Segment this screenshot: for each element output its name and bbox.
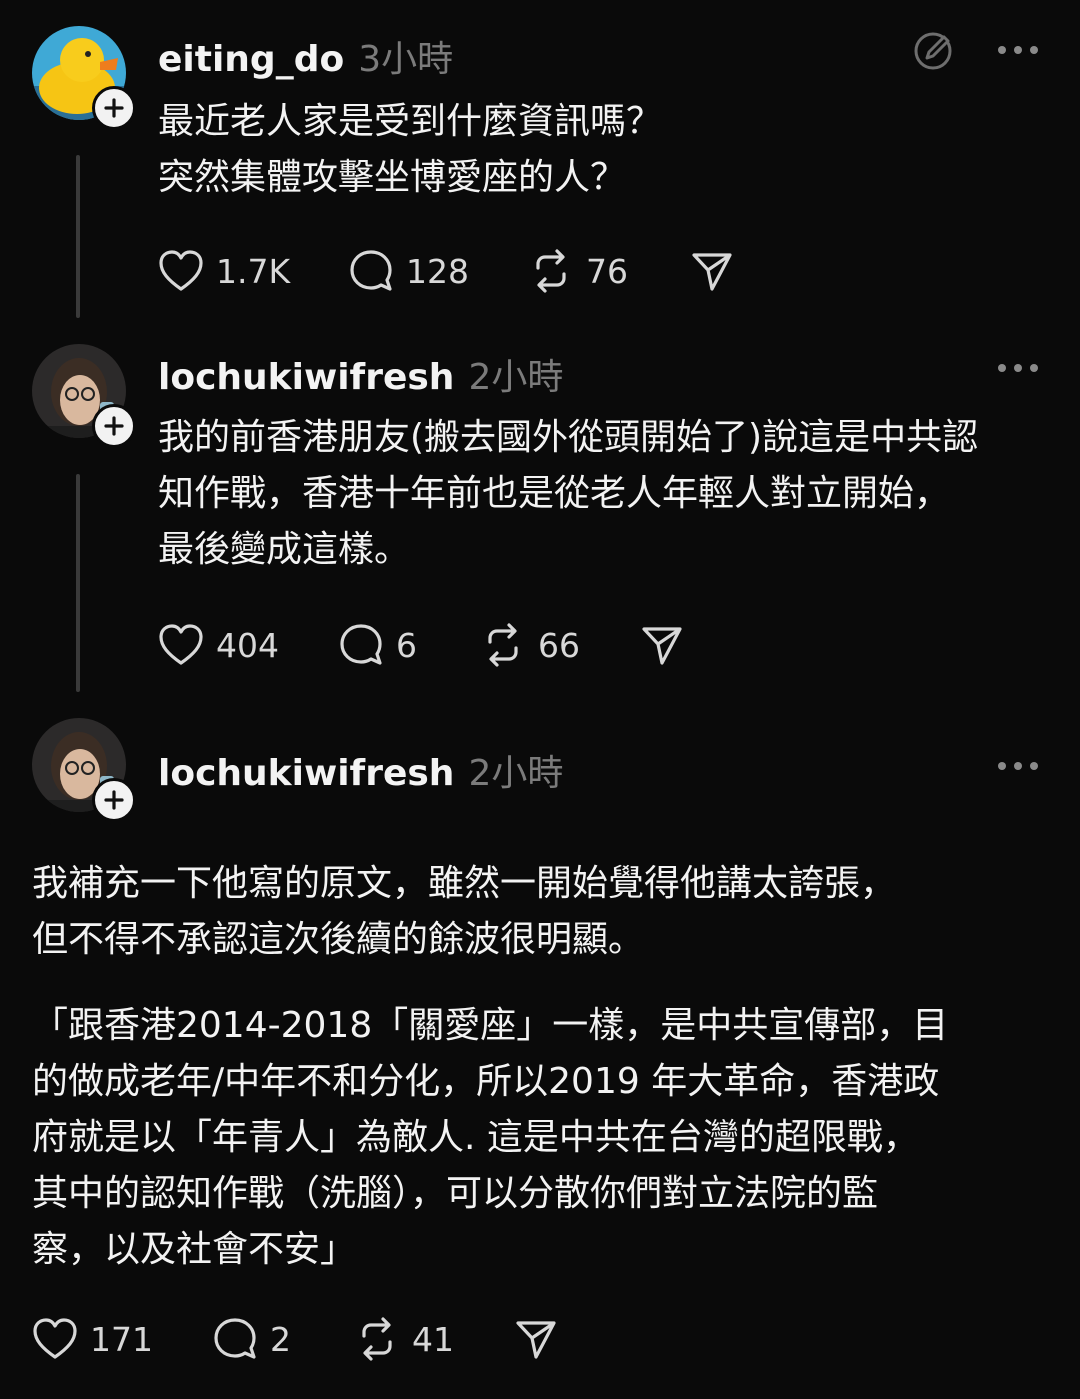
post-text: 最近老人家是受到什麼資訊嗎？ 突然集體攻擊坐博愛座的人？ <box>158 101 663 198</box>
comment-icon <box>214 1318 256 1359</box>
share-icon <box>516 1321 556 1359</box>
heart-icon <box>159 624 203 665</box>
post-header: eiting_do 3小時 <box>158 30 453 82</box>
username[interactable]: eiting_do <box>158 39 344 80</box>
repost-button[interactable]: 76 <box>528 248 690 294</box>
repost-count: 66 <box>538 625 580 665</box>
like-button[interactable]: 171 <box>32 1317 212 1361</box>
post-actions: 404 6 66 <box>158 622 684 668</box>
more-dot-icon <box>998 762 1006 770</box>
post-3: lochukiwifresh 2小時 我補充一下他寫的原文，雖然一開始覺得他講太… <box>0 710 1080 1399</box>
repost-count: 76 <box>586 251 628 291</box>
post-header: lochukiwifresh 2小時 <box>158 348 563 400</box>
share-icon <box>642 627 682 665</box>
like-button[interactable]: 404 <box>158 623 338 667</box>
comment-icon <box>350 250 392 291</box>
edit-button[interactable] <box>910 28 956 78</box>
thread-line <box>76 474 80 692</box>
repost-button[interactable]: 66 <box>480 622 640 668</box>
timestamp: 2小時 <box>468 357 564 398</box>
comment-count: 2 <box>270 1319 291 1359</box>
comment-count: 6 <box>396 625 417 665</box>
more-dot-icon <box>1014 762 1022 770</box>
like-button[interactable]: 1.7K <box>158 249 348 293</box>
plus-icon <box>104 416 124 436</box>
repost-button[interactable]: 41 <box>354 1316 514 1362</box>
more-dot-icon <box>1014 364 1022 372</box>
repost-icon <box>536 249 566 293</box>
share-icon <box>692 253 732 291</box>
plus-icon <box>104 790 124 810</box>
post-actions: 171 2 41 <box>32 1316 558 1362</box>
edit-icon <box>914 32 952 70</box>
username[interactable]: lochukiwifresh <box>158 753 454 794</box>
more-dot-icon <box>998 46 1006 54</box>
post-header: lochukiwifresh 2小時 <box>158 744 563 796</box>
more-dot-icon <box>1030 762 1038 770</box>
like-count: 404 <box>216 625 279 665</box>
comment-button[interactable]: 128 <box>348 248 528 294</box>
share-button[interactable] <box>514 1317 558 1361</box>
follow-button[interactable] <box>92 86 136 130</box>
more-dot-icon <box>998 364 1006 372</box>
post-1: eiting_do 3小時 最近老人家是受到什麼資訊嗎？ 突然集體攻擊坐博愛座的… <box>0 0 1080 320</box>
post-2: lochukiwifresh 2小時 我的前香港朋友(搬去國外從頭開始了)說這是… <box>0 330 1080 700</box>
thread-line <box>76 155 80 318</box>
more-dot-icon <box>1030 364 1038 372</box>
post-text-paragraph-2: 「跟香港2014-2018「關愛座」一樣，是中共宣傳部，目 的做成老年/中年不和… <box>32 1005 949 1270</box>
like-count: 171 <box>90 1319 153 1359</box>
follow-button[interactable] <box>92 778 136 822</box>
more-dot-icon <box>1030 46 1038 54</box>
post-actions: 1.7K 128 76 <box>158 248 734 294</box>
comment-icon <box>340 624 382 665</box>
comment-button[interactable]: 2 <box>212 1316 354 1362</box>
post-text: 我的前香港朋友(搬去國外從頭開始了)說這是中共認 知作戰，香港十年前也是從老人年… <box>158 417 979 570</box>
heart-icon <box>33 1318 77 1359</box>
username[interactable]: lochukiwifresh <box>158 357 454 398</box>
follow-button[interactable] <box>92 404 136 448</box>
comment-count: 128 <box>406 251 469 291</box>
repost-icon <box>362 1317 392 1361</box>
repost-count: 41 <box>412 1319 454 1359</box>
share-button[interactable] <box>640 623 684 667</box>
plus-icon <box>104 98 124 118</box>
more-dot-icon <box>1014 46 1022 54</box>
timestamp: 2小時 <box>468 753 564 794</box>
more-button[interactable] <box>998 46 1038 54</box>
repost-icon <box>488 623 518 667</box>
more-button[interactable] <box>998 762 1038 770</box>
post-text-paragraph-1: 我補充一下他寫的原文，雖然一開始覺得他講太誇張， 但不得不承認這次後續的餘波很明… <box>32 863 897 960</box>
more-button[interactable] <box>998 364 1038 372</box>
like-count: 1.7K <box>216 251 291 291</box>
comment-button[interactable]: 6 <box>338 622 480 668</box>
share-button[interactable] <box>690 249 734 293</box>
heart-icon <box>159 250 203 291</box>
timestamp: 3小時 <box>358 39 454 80</box>
